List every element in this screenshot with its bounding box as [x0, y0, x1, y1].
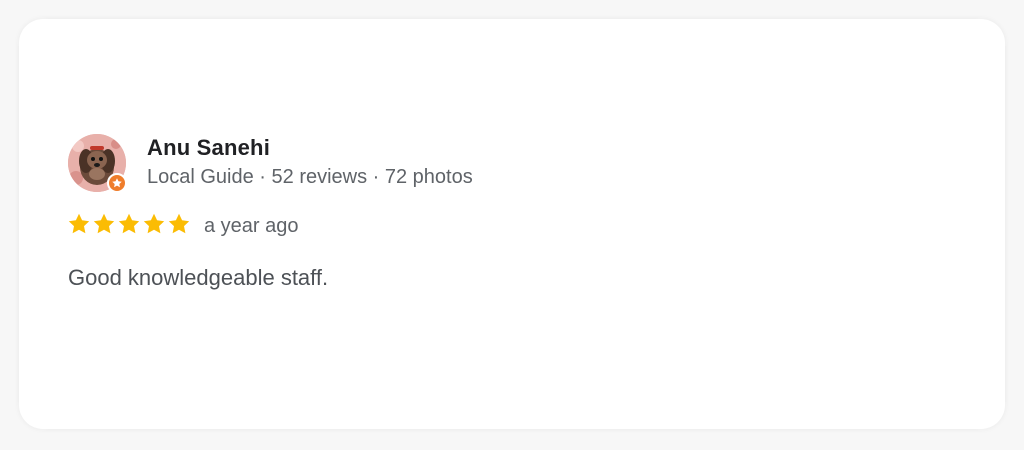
reviewer-name[interactable]: Anu Sanehi	[147, 135, 270, 161]
star-icon	[112, 178, 122, 188]
local-guide-badge-icon	[107, 173, 127, 193]
star-icon	[118, 213, 140, 234]
reviewer-meta: Local Guide · 52 reviews · 72 photos	[147, 166, 473, 188]
review-time: a year ago	[204, 215, 299, 237]
star-icon	[93, 213, 115, 234]
review-card: Anu Sanehi Local Guide · 52 reviews · 72…	[19, 19, 1005, 429]
rating-stars	[67, 212, 191, 236]
reviewer-avatar[interactable]	[68, 134, 127, 193]
star-icon	[143, 213, 165, 234]
star-icon	[168, 213, 190, 234]
review-text: Good knowledgeable staff.	[68, 265, 329, 290]
star-icon	[68, 213, 90, 234]
